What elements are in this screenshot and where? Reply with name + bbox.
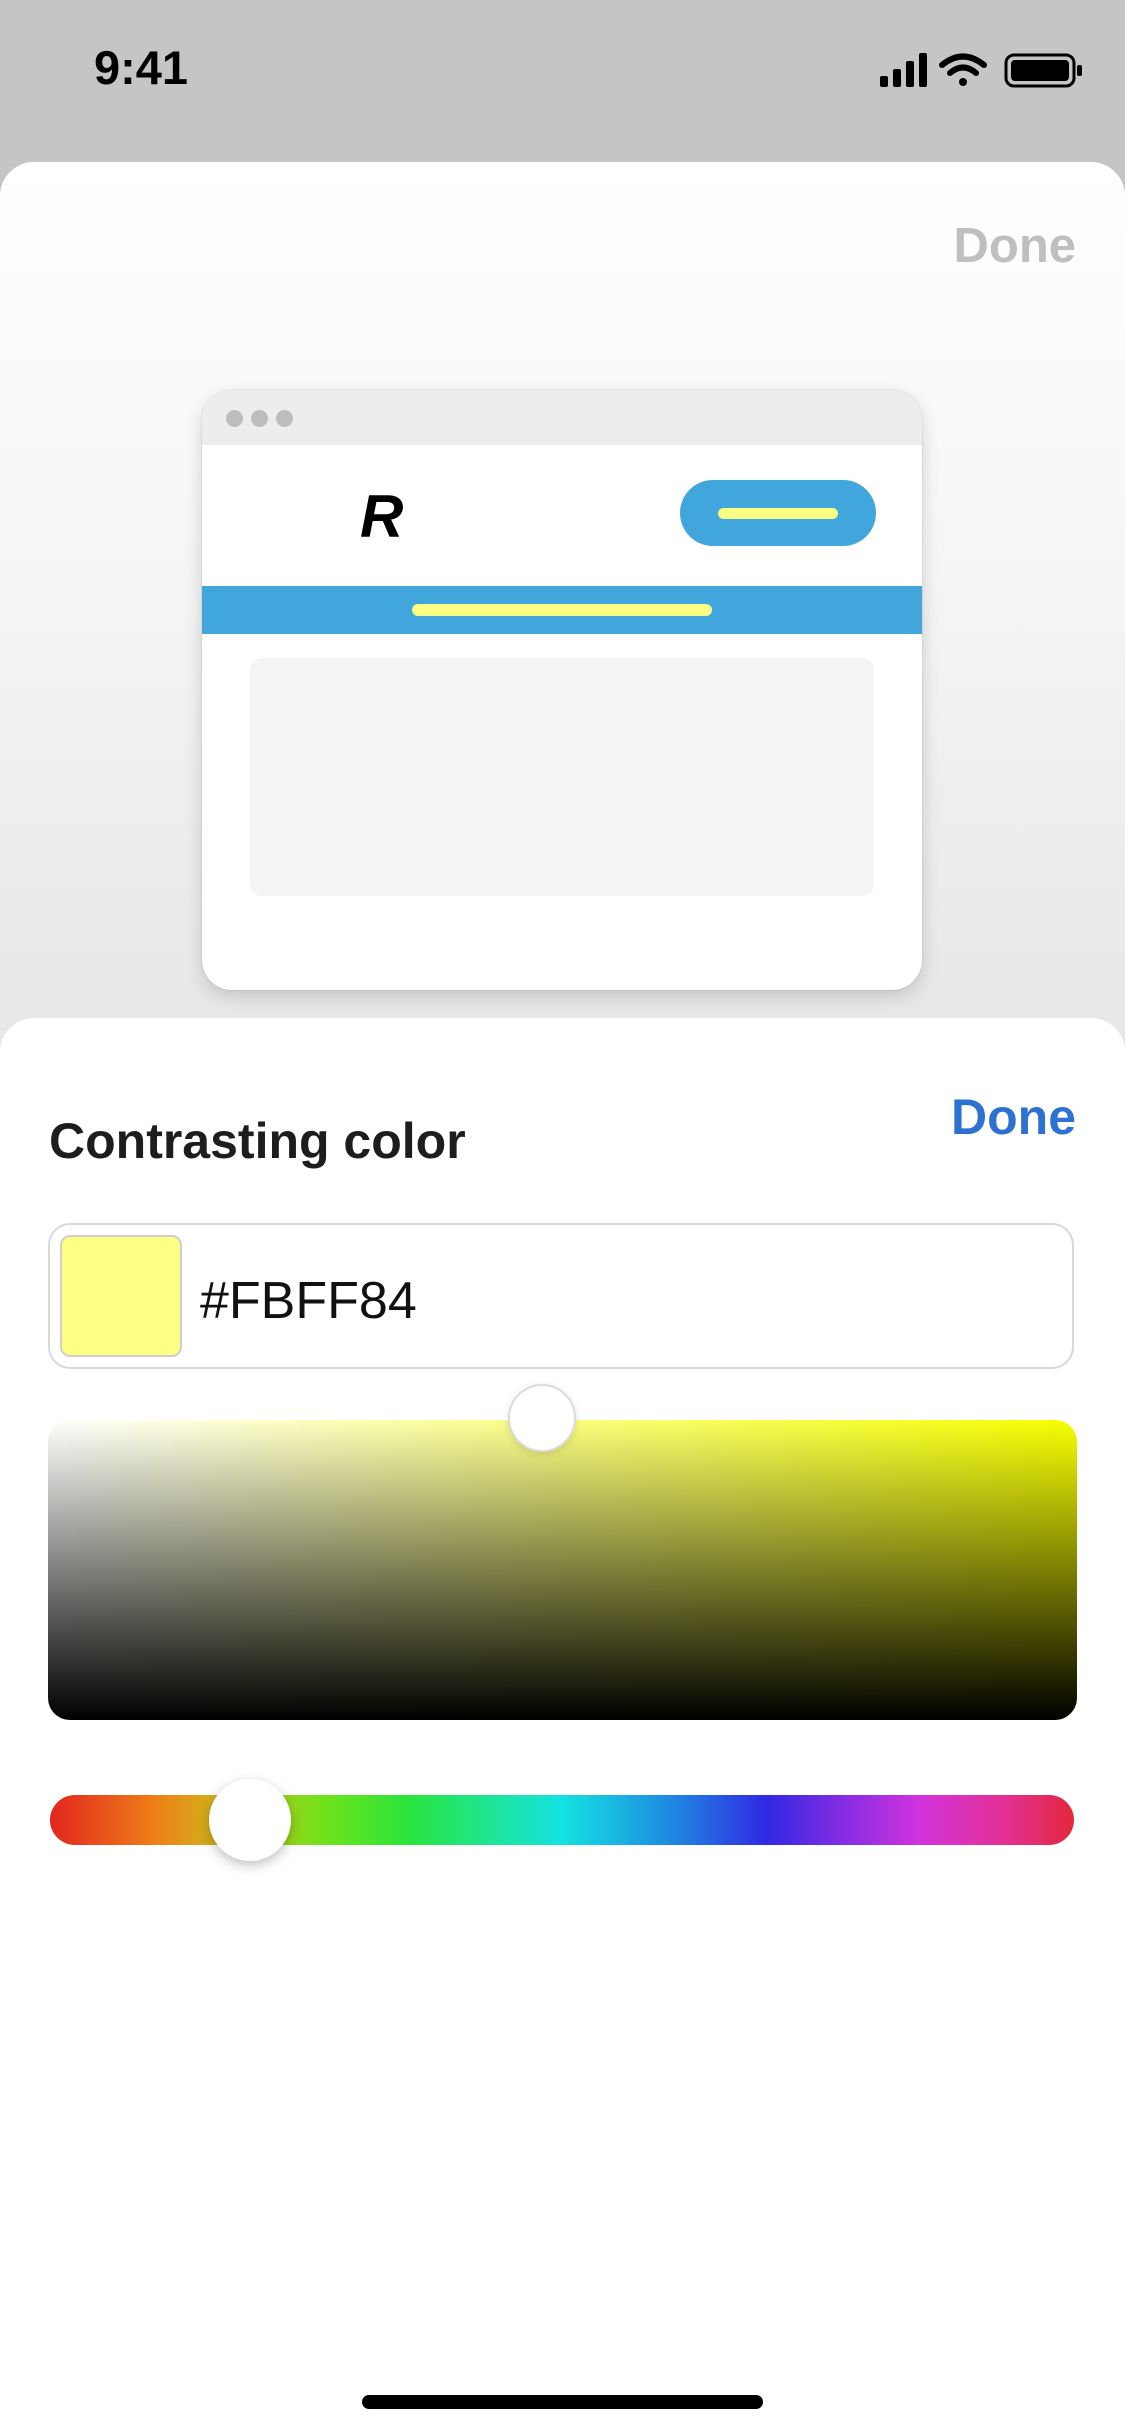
sheet-title: Contrasting color [49,1113,466,1169]
color-picker-sheet: Contrasting color Done #FBFF84 [0,1018,1125,2436]
done-button[interactable]: Done [951,1088,1076,1146]
preview-logo: R [360,483,404,550]
window-dot-icon [226,410,243,427]
preview-done-button[interactable]: Done [954,218,1077,274]
preview-banner-text-placeholder [412,604,712,616]
preview-sheet: Done R [0,162,1125,1062]
preview-window-titlebar [202,390,922,445]
hue-slider-handle[interactable] [208,1779,291,1861]
hex-color-field[interactable]: #FBFF84 [48,1223,1074,1369]
preview-button-text-placeholder [718,508,838,519]
saturation-brightness-picker[interactable] [48,1384,1077,1720]
color-swatch [60,1235,182,1357]
status-time: 9:41 [94,41,189,94]
website-preview: R [202,390,922,990]
preview-banner [202,586,922,634]
status-bar: 9:41 [0,0,1125,140]
wifi-icon [939,53,987,86]
hex-value-input[interactable]: #FBFF84 [200,1271,417,1331]
saturation-brightness-handle[interactable] [507,1384,576,1452]
signal-icon [880,53,927,87]
preview-content-block [250,658,874,896]
battery-icon [1004,53,1082,88]
home-indicator [362,2395,763,2409]
brightness-gradient [48,1420,1077,1720]
hue-slider[interactable] [50,1779,1074,1861]
status-icons [878,50,1084,90]
window-dot-icon [251,410,268,427]
preview-button [680,480,876,546]
window-dot-icon [276,410,293,427]
